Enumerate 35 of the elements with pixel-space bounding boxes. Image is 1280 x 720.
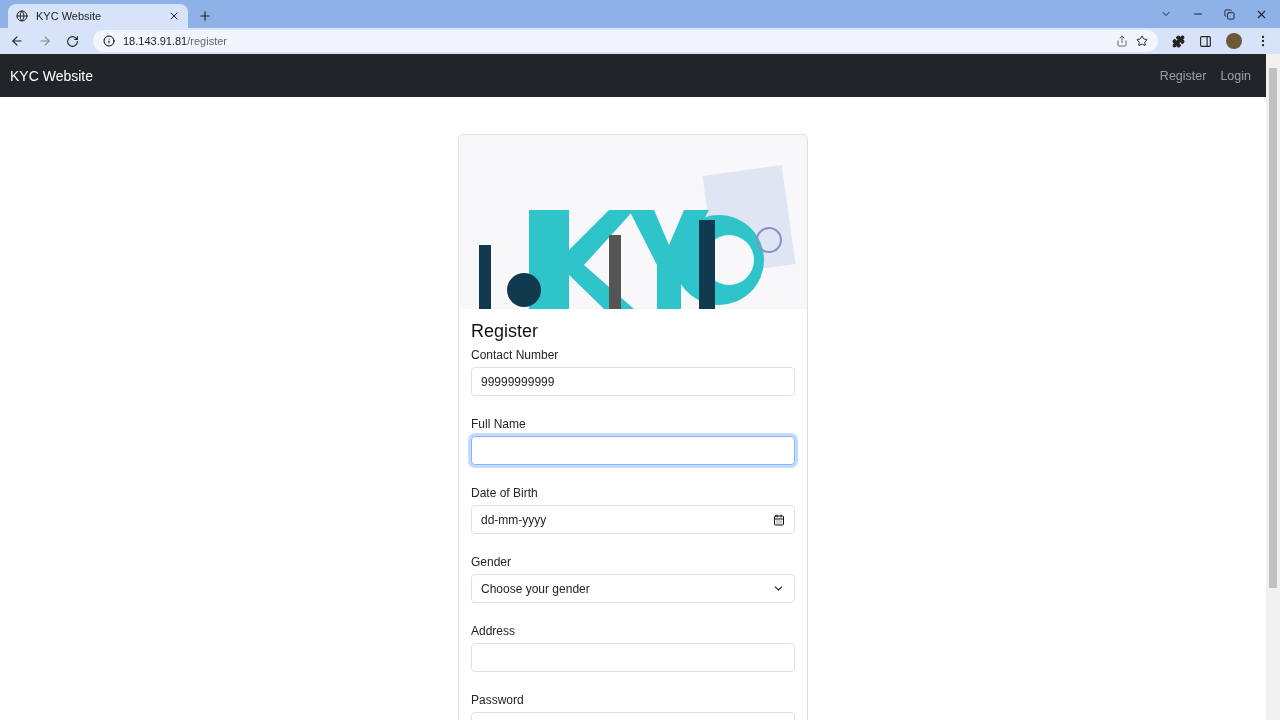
nav-link[interactable]: Login (1220, 68, 1251, 83)
select-field[interactable]: Choose your gender (471, 574, 795, 603)
puzzle-icon[interactable] (1172, 34, 1185, 48)
side-panel-icon[interactable] (1199, 34, 1212, 48)
input-field[interactable] (471, 436, 795, 465)
date-field[interactable]: dd-mm-yyyy (471, 505, 795, 534)
form-title: Register (471, 321, 540, 342)
new-tab-button[interactable] (198, 9, 212, 23)
url-host: 18.143.91.81 (123, 35, 188, 47)
share-button[interactable] (1116, 35, 1128, 47)
scrollbar[interactable] (1266, 54, 1280, 720)
forward-button[interactable] (38, 34, 52, 48)
field-label: Full Name (471, 417, 527, 431)
select-value[interactable]: Choose your gender (481, 575, 772, 602)
field-label: Date of Birth (471, 486, 539, 500)
globe-icon (16, 10, 28, 22)
browser-tab[interactable]: KYC Website (8, 4, 188, 28)
back-button[interactable] (10, 34, 24, 48)
profile-avatar[interactable] (1226, 33, 1242, 49)
tab-title: KYC Website (36, 10, 103, 22)
nav-link[interactable]: Register (1159, 68, 1207, 83)
field-label: Password (471, 693, 525, 707)
field-label: Contact Number (471, 348, 560, 362)
brand-link[interactable]: KYC Website (10, 67, 93, 84)
restore-button[interactable] (1224, 8, 1235, 20)
url-path: /register (187, 35, 227, 47)
close-tab-button[interactable] (168, 10, 180, 22)
star-button[interactable] (1136, 35, 1148, 47)
field-label: Address (471, 624, 517, 638)
date-input[interactable]: dd-mm-yyyy (481, 506, 773, 533)
field-label: Gender (471, 555, 513, 569)
info-icon (103, 35, 115, 47)
calendar-icon[interactable] (773, 513, 785, 526)
address-bar[interactable]: 18.143.91.81/register (93, 30, 1158, 52)
reload-button[interactable] (66, 34, 79, 48)
